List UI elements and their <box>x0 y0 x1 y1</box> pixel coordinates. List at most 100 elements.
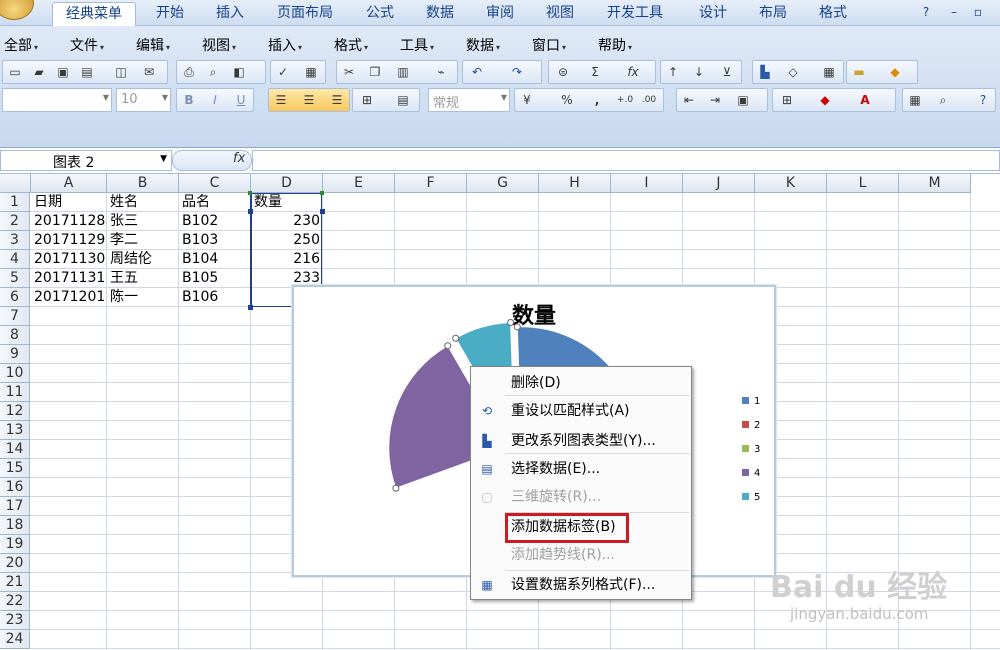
column-header-A[interactable]: A <box>31 174 107 193</box>
row-header-24[interactable]: 24 <box>0 630 30 649</box>
font-color-icon[interactable]: A <box>855 91 875 109</box>
cell-date[interactable]: 20171130 <box>31 250 107 269</box>
legend-item-4[interactable]: 4 <box>742 467 760 481</box>
row-header-14[interactable]: 14 <box>0 440 30 459</box>
insert-function-icon[interactable]: fx <box>233 151 245 166</box>
context-menu-item[interactable]: 删除(D) <box>471 371 691 395</box>
menu-file[interactable]: 文件 ▾ <box>70 35 104 55</box>
column-header-D[interactable]: D <box>251 174 323 193</box>
shapes-icon[interactable]: ◇ <box>783 63 803 81</box>
cell-name[interactable]: 张三 <box>107 212 141 231</box>
context-menu-item[interactable]: ⟲ 重设以匹配样式(A) <box>471 399 691 423</box>
tab-developer[interactable]: 开发工具 <box>595 2 675 26</box>
menu-window[interactable]: 窗口 ▾ <box>532 35 566 55</box>
chart-icon[interactable]: ▙ <box>755 63 775 81</box>
legend-item-3[interactable]: 3 <box>742 443 760 457</box>
undo-icon[interactable]: ↶ <box>467 63 487 81</box>
menu-data[interactable]: 数据 ▾ <box>466 35 500 55</box>
gridlines-icon[interactable]: ▦ <box>819 63 839 81</box>
font-size-combo[interactable]: 10 ▼ <box>116 88 171 112</box>
tab-formulas[interactable]: 公式 <box>355 2 405 26</box>
increase-indent-icon[interactable]: ⇥ <box>705 91 725 109</box>
selection-handle[interactable] <box>507 319 515 327</box>
row-header-2[interactable]: 2 <box>0 212 30 231</box>
permission-icon[interactable]: ◫ <box>111 63 131 81</box>
select-all-corner[interactable] <box>0 174 31 193</box>
menu-edit[interactable]: 编辑 ▾ <box>136 35 170 55</box>
menu-format[interactable]: 格式 ▾ <box>334 35 368 55</box>
row-header-10[interactable]: 10 <box>0 364 30 383</box>
font-name-combo[interactable]: ▼ <box>2 88 112 112</box>
row-header-23[interactable]: 23 <box>0 611 30 630</box>
row-header-11[interactable]: 11 <box>0 383 30 402</box>
cell-product[interactable]: B106 <box>179 288 221 307</box>
increase-decimal-icon[interactable]: +.0 <box>615 91 635 109</box>
row-header-9[interactable]: 9 <box>0 345 30 364</box>
align-left-icon[interactable]: ☰ <box>271 91 291 109</box>
spelling-icon[interactable]: ✓ <box>273 63 293 81</box>
office-button[interactable] <box>0 0 34 20</box>
percent-icon[interactable]: % <box>557 91 577 109</box>
folder-icon[interactable]: ▬ <box>849 63 869 81</box>
cell-name[interactable]: 周结伦 <box>107 250 155 269</box>
wrap-text-icon[interactable]: ▤ <box>393 91 413 109</box>
border-icon[interactable]: ⊞ <box>777 91 797 109</box>
restore-icon[interactable]: ▫ <box>970 4 986 20</box>
formula-input[interactable] <box>252 150 1000 171</box>
macro-icon[interactable]: ◆ <box>885 63 905 81</box>
range-handle[interactable] <box>320 191 324 195</box>
context-menu-item[interactable]: ▙ 更改系列图表类型(Y)... <box>471 429 691 453</box>
tab-layout[interactable]: 布局 <box>748 2 798 26</box>
tab-design[interactable]: 设计 <box>688 2 738 26</box>
row-header-15[interactable]: 15 <box>0 459 30 478</box>
sort-descending-icon[interactable]: ↓ <box>689 63 709 81</box>
fill-color-icon[interactable]: ◆ <box>815 91 835 109</box>
function-icon[interactable]: fx <box>623 63 643 81</box>
row-header-6[interactable]: 6 <box>0 288 30 307</box>
row-header-7[interactable]: 7 <box>0 307 30 326</box>
cell-product[interactable]: B105 <box>179 269 221 288</box>
cell-header-name[interactable]: 姓名 <box>107 193 141 212</box>
cell-style-icon[interactable]: ▣ <box>733 91 753 109</box>
range-handle[interactable] <box>248 191 252 195</box>
row-header-4[interactable]: 4 <box>0 250 30 269</box>
italic-icon[interactable]: I <box>205 91 225 109</box>
tab-classic-menu[interactable]: 经典菜单 <box>52 2 136 26</box>
selection-handle[interactable] <box>444 342 452 350</box>
research-icon[interactable]: ◧ <box>229 63 249 81</box>
range-handle[interactable] <box>248 209 253 214</box>
column-header-M[interactable]: M <box>899 174 971 193</box>
sort-ascending-icon[interactable]: ↑ <box>663 63 683 81</box>
cell-date[interactable]: 20171129 <box>31 231 107 250</box>
help-icon[interactable]: ? <box>918 4 934 20</box>
legend-item-1[interactable]: 1 <box>742 395 760 409</box>
selection-handle[interactable] <box>392 484 400 492</box>
selection-handle[interactable] <box>513 323 521 331</box>
cell-date[interactable]: 20171201 <box>31 288 107 307</box>
number-format-combo[interactable]: 常规 ▼ <box>428 88 510 112</box>
tab-insert[interactable]: 插入 <box>205 2 255 26</box>
redo-icon[interactable]: ↷ <box>507 63 527 81</box>
cell-product[interactable]: B104 <box>179 250 221 269</box>
column-header-B[interactable]: B <box>107 174 179 193</box>
legend-item-2[interactable]: 2 <box>742 419 760 433</box>
tab-home[interactable]: 开始 <box>145 2 195 26</box>
underline-icon[interactable]: U <box>231 91 251 109</box>
range-handle[interactable] <box>248 305 253 310</box>
email-icon[interactable]: ✉ <box>139 63 159 81</box>
bold-icon[interactable]: B <box>179 91 199 109</box>
column-header-F[interactable]: F <box>395 174 467 193</box>
cell-product[interactable]: B103 <box>179 231 221 250</box>
row-header-3[interactable]: 3 <box>0 231 30 250</box>
styles-icon[interactable]: ▦ <box>905 91 925 109</box>
tab-review[interactable]: 审阅 <box>475 2 525 26</box>
menu-all[interactable]: 全部 ▾ <box>4 35 38 55</box>
minimize-icon[interactable]: – <box>946 4 962 20</box>
column-header-C[interactable]: C <box>179 174 251 193</box>
column-header-G[interactable]: G <box>467 174 539 193</box>
open-icon[interactable]: ▰ <box>29 63 49 81</box>
column-header-E[interactable]: E <box>323 174 395 193</box>
row-header-8[interactable]: 8 <box>0 326 30 345</box>
cell-header-product[interactable]: 品名 <box>179 193 213 212</box>
hyperlink-icon[interactable]: ⊜ <box>553 63 573 81</box>
